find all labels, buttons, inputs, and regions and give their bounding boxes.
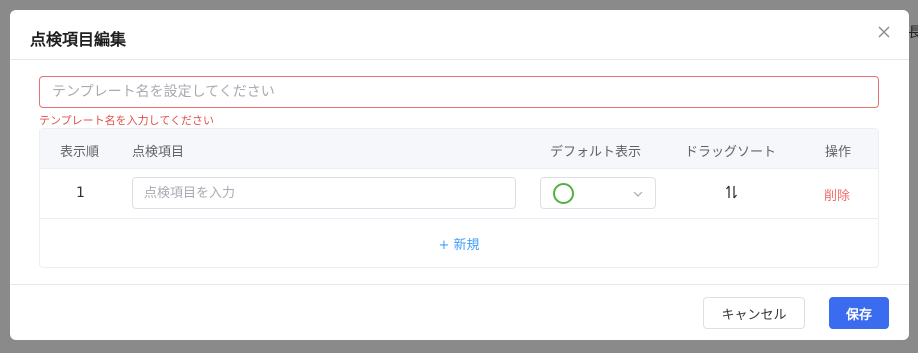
header-order: 表示順 <box>60 145 100 160</box>
header-drag-sort: ドラッグソート <box>685 145 777 160</box>
green-circle-icon <box>553 183 574 204</box>
dialog-title: 点検項目編集 <box>30 30 127 49</box>
background-text: 長 <box>908 25 918 41</box>
close-icon[interactable] <box>875 24 893 42</box>
template-name-error: テンプレート名を入力してください <box>39 114 215 127</box>
header-item: 点検項目 <box>132 145 185 160</box>
header-default-display: デフォルト表示 <box>550 145 642 160</box>
edit-dialog: 点検項目編集 テンプレート名を入力してください 表示順 点検項目 デフォルト表示… <box>10 10 909 340</box>
add-new-link[interactable]: + 新規 <box>438 234 479 253</box>
drag-sort-icon[interactable] <box>725 184 739 200</box>
template-name-input[interactable] <box>39 76 879 108</box>
dialog-footer: キャンセル 保存 <box>10 284 909 340</box>
chevron-down-icon <box>633 191 643 197</box>
cancel-button[interactable]: キャンセル <box>703 297 805 329</box>
delete-link[interactable]: 削除 <box>824 185 850 204</box>
dialog-header: 点検項目編集 <box>10 10 909 60</box>
save-button[interactable]: 保存 <box>829 297 889 329</box>
row-order: 1 <box>76 185 85 201</box>
default-display-select[interactable] <box>540 177 656 209</box>
add-row: + 新規 <box>40 219 878 267</box>
table-row: 1 削除 <box>40 169 878 219</box>
close-icon-glyph <box>878 26 890 38</box>
inspection-items-table: 表示順 点検項目 デフォルト表示 ドラッグソート 操作 1 削除 + 新規 <box>39 128 879 268</box>
inspection-item-input[interactable] <box>132 177 516 209</box>
header-action: 操作 <box>825 145 852 160</box>
table-header: 表示順 点検項目 デフォルト表示 ドラッグソート 操作 <box>40 129 878 169</box>
